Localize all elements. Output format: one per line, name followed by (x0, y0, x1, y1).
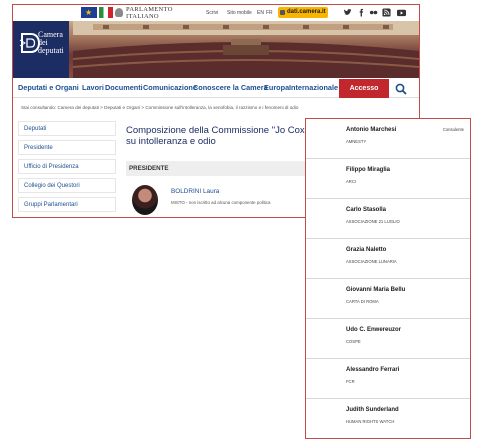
youtube-icon[interactable] (396, 8, 407, 17)
nav-internazionale[interactable]: Internazionale (289, 83, 338, 92)
dati-camera-link[interactable]: dati.camera.it (278, 7, 328, 18)
list-item: Filippo Miraglia ARCI (306, 159, 470, 199)
rss-icon[interactable] (382, 8, 391, 17)
flickr-icon[interactable] (369, 8, 378, 17)
list-item: Antonio Marchesi AMNESTY Consulente (306, 119, 470, 159)
site-mobile-link[interactable]: Sito mobile (227, 10, 252, 16)
consultant-organization: ARCI (346, 179, 357, 184)
list-item: Udo C. Enwereuzor COSPE (306, 319, 470, 359)
consultant-name: Giovanni Maria Bellu (346, 287, 406, 293)
parlamento-italiano-logo[interactable]: PARLAMENTO ITALIANO (126, 6, 173, 20)
sidebar-item-deputati[interactable]: Deputati (18, 121, 116, 136)
list-item: Grazia Naletto ASSOCIAZIONE LUNARIA (306, 239, 470, 279)
consultant-organization: COSPE (346, 339, 361, 344)
sidebar-item-presidente[interactable]: Presidente (18, 140, 116, 155)
parliament-logo-line1: PARLAMENTO (126, 6, 173, 13)
nav-lavori[interactable]: Lavori (82, 83, 104, 92)
list-item: Alessandro Ferrari FCR (306, 359, 470, 399)
consultant-name: Antonio Marchesi (346, 127, 397, 133)
list-item: Carlo Stasolla ASSOCIAZIONE 21 LUGLIO (306, 199, 470, 239)
eu-flag-icon (81, 7, 97, 18)
member-group: MISTO - non iscritto ad alcuna component… (171, 200, 271, 205)
consultant-organization: FCR (346, 379, 355, 384)
page-title: Composizione della Commissione "Jo Cox" … (126, 125, 326, 147)
sidebar-menu: Deputati Presidente Ufficio di Presidenz… (18, 121, 116, 216)
language-en-link[interactable]: EN (257, 10, 264, 16)
consultant-name: Carlo Stasolla (346, 207, 387, 213)
list-item: Judith Sunderland HUMAN RIGHTS WATCH (306, 399, 470, 438)
twitter-icon[interactable] (343, 8, 352, 17)
section-header-presidente: PRESIDENTE (126, 161, 326, 176)
consultant-organization: AMNESTY (346, 139, 367, 144)
consultant-role: Consulente (442, 127, 464, 132)
parliament-emblem-icon (115, 8, 123, 17)
nav-conoscere-la-camera[interactable]: Conoscere la Camera (193, 83, 268, 92)
breadcrumb: Stai consultando: Camera dei deputati > … (21, 105, 299, 110)
consultant-organization: CARTA DI ROMA (346, 299, 379, 304)
consultant-name: Judith Sunderland (346, 407, 399, 413)
parliament-logo-line2: ITALIANO (126, 13, 159, 20)
consultant-name: Filippo Miraglia (346, 167, 391, 173)
facebook-icon[interactable] (357, 8, 366, 17)
nav-deputati-e-organi[interactable]: Deputati e Organi (18, 83, 79, 92)
consultant-organization: HUMAN RIGHTS WATCH (346, 419, 395, 424)
consultant-organization: ASSOCIAZIONE 21 LUGLIO (346, 219, 400, 224)
nav-europa[interactable]: Europa (264, 83, 289, 92)
member-name-link[interactable]: BOLDRINI Laura (171, 188, 219, 195)
top-utility-bar: PARLAMENTO ITALIANO Scrivi Sito mobile E… (13, 5, 419, 21)
consultant-organization: ASSOCIAZIONE LUNARIA (346, 259, 397, 264)
page-title-line1: Composizione della Commissione "Jo Cox" (126, 125, 309, 136)
nav-documenti[interactable]: Documenti (105, 83, 143, 92)
language-fr-link[interactable]: FR (266, 10, 273, 16)
chamber-hemicycle-banner: Camera dei deputati (13, 21, 419, 78)
page-title-line2: su intolleranza e odio (126, 136, 216, 147)
sidebar-item-gruppi-parlamentari[interactable]: Gruppi Parlamentari (18, 197, 116, 212)
consultant-name: Udo C. Enwereuzor (346, 327, 402, 333)
sidebar-item-ufficio-di-presidenza[interactable]: Ufficio di Presidenza (18, 159, 116, 174)
member-photo (132, 185, 158, 215)
italy-flag-icon (99, 7, 113, 18)
consultant-name: Grazia Naletto (346, 247, 387, 253)
search-icon[interactable] (395, 83, 407, 95)
sidebar-item-collegio-dei-questori[interactable]: Collegio dei Questori (18, 178, 116, 193)
nav-comunicazione[interactable]: Comunicazione (143, 83, 197, 92)
main-navigation: Deputati e Organi Lavori Documenti Comun… (13, 79, 419, 111)
accesso-rapido-button[interactable]: Accesso rapido (339, 79, 389, 111)
logo-wordmark: Camera dei deputati (38, 31, 68, 55)
logo-line3: deputati (38, 46, 64, 55)
scrivi-link[interactable]: Scrivi (206, 10, 218, 16)
list-item: Giovanni Maria Bellu CARTA DI ROMA (306, 279, 470, 319)
hemicycle-photo (73, 21, 419, 78)
consultant-name: Alessandro Ferrari (346, 367, 400, 373)
consultants-list-panel: Antonio Marchesi AMNESTY Consulente Fili… (305, 118, 471, 439)
camera-dei-deputati-logo[interactable]: Camera dei deputati (13, 21, 69, 78)
